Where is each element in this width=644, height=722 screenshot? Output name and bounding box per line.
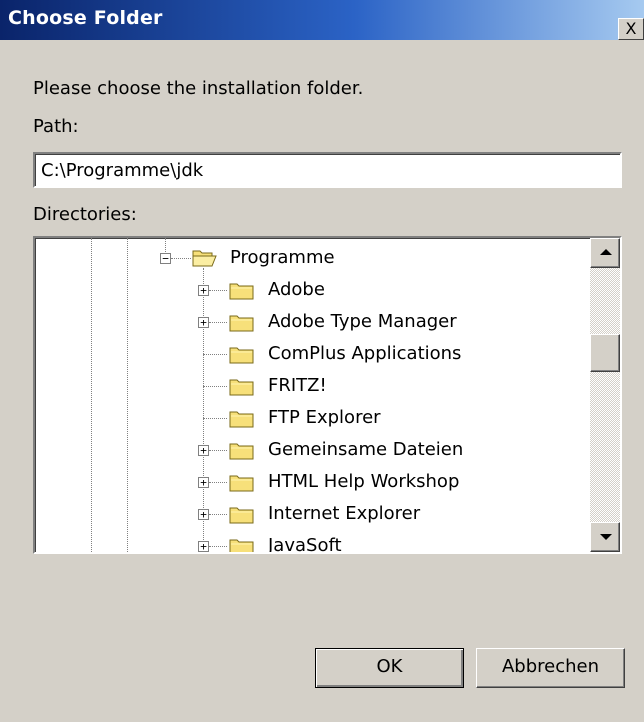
expander-glyph: − <box>162 252 169 265</box>
folder-icon <box>229 539 254 552</box>
close-icon: X <box>625 19 637 38</box>
expand-expander[interactable]: + <box>198 445 209 456</box>
directory-tree[interactable]: − Programme + Adobe + Adobe Type Manager <box>33 236 622 554</box>
expand-expander[interactable]: + <box>198 317 209 328</box>
cancel-button[interactable]: Abbrechen <box>476 648 625 688</box>
tree-connector <box>209 322 227 323</box>
scroll-down-button[interactable] <box>590 522 620 552</box>
expand-expander[interactable]: + <box>198 477 209 488</box>
tree-item-adobe-type-manager[interactable]: Adobe Type Manager <box>268 311 457 332</box>
tree-item-javasoft[interactable]: JavaSoft <box>268 535 342 552</box>
scrollbar-thumb[interactable] <box>590 334 620 372</box>
folder-icon <box>229 283 254 300</box>
arrow-up-icon <box>600 249 612 255</box>
tree-viewport: − Programme + Adobe + Adobe Type Manager <box>35 238 590 552</box>
tree-guide-line <box>127 238 128 552</box>
tree-item-html-help-workshop[interactable]: HTML Help Workshop <box>268 471 459 492</box>
tree-item-ftp-explorer[interactable]: FTP Explorer <box>268 407 381 428</box>
tree-guide-line <box>91 238 92 552</box>
expand-expander[interactable]: + <box>198 509 209 520</box>
choose-folder-dialog: Choose Folder X Please choose the instal… <box>0 0 644 722</box>
path-label: Path: <box>33 116 79 137</box>
tree-item-programme[interactable]: Programme <box>230 247 335 268</box>
expander-glyph: + <box>200 284 207 297</box>
scroll-up-button[interactable] <box>590 238 620 268</box>
folder-icon <box>229 475 254 492</box>
tree-connector <box>209 290 227 291</box>
close-button[interactable]: X <box>618 18 644 40</box>
title-bar[interactable]: Choose Folder X <box>0 0 644 40</box>
tree-item-fritz[interactable]: FRITZ! <box>268 375 327 396</box>
expander-glyph: + <box>200 508 207 521</box>
directories-label: Directories: <box>33 204 137 225</box>
expander-glyph: + <box>200 540 207 552</box>
vertical-scrollbar[interactable] <box>590 238 620 552</box>
folder-icon <box>229 347 254 364</box>
folder-icon <box>229 507 254 524</box>
tree-connector <box>171 258 191 259</box>
folder-icon <box>229 379 254 396</box>
tree-connector <box>209 482 227 483</box>
ok-button[interactable]: OK <box>315 648 464 688</box>
collapse-expander[interactable]: − <box>160 253 171 264</box>
tree-connector <box>203 386 227 387</box>
tree-item-complus-applications[interactable]: ComPlus Applications <box>268 343 461 364</box>
arrow-down-icon <box>600 534 612 540</box>
expand-expander[interactable]: + <box>198 285 209 296</box>
tree-connector <box>203 418 227 419</box>
expand-expander[interactable]: + <box>198 541 209 552</box>
tree-connector <box>209 450 227 451</box>
folder-icon <box>229 315 254 332</box>
expander-glyph: + <box>200 316 207 329</box>
tree-item-internet-explorer[interactable]: Internet Explorer <box>268 503 420 524</box>
folder-icon <box>229 443 254 460</box>
tree-item-adobe[interactable]: Adobe <box>268 279 325 300</box>
tree-connector <box>203 354 227 355</box>
expander-glyph: + <box>200 476 207 489</box>
path-input[interactable] <box>33 152 622 188</box>
instruction-text: Please choose the installation folder. <box>33 78 364 99</box>
tree-item-gemeinsame-dateien[interactable]: Gemeinsame Dateien <box>268 439 463 460</box>
expander-glyph: + <box>200 444 207 457</box>
folder-open-icon <box>192 250 217 267</box>
tree-connector <box>209 514 227 515</box>
window-title: Choose Folder <box>8 7 163 29</box>
tree-connector <box>209 546 227 547</box>
folder-icon <box>229 411 254 428</box>
